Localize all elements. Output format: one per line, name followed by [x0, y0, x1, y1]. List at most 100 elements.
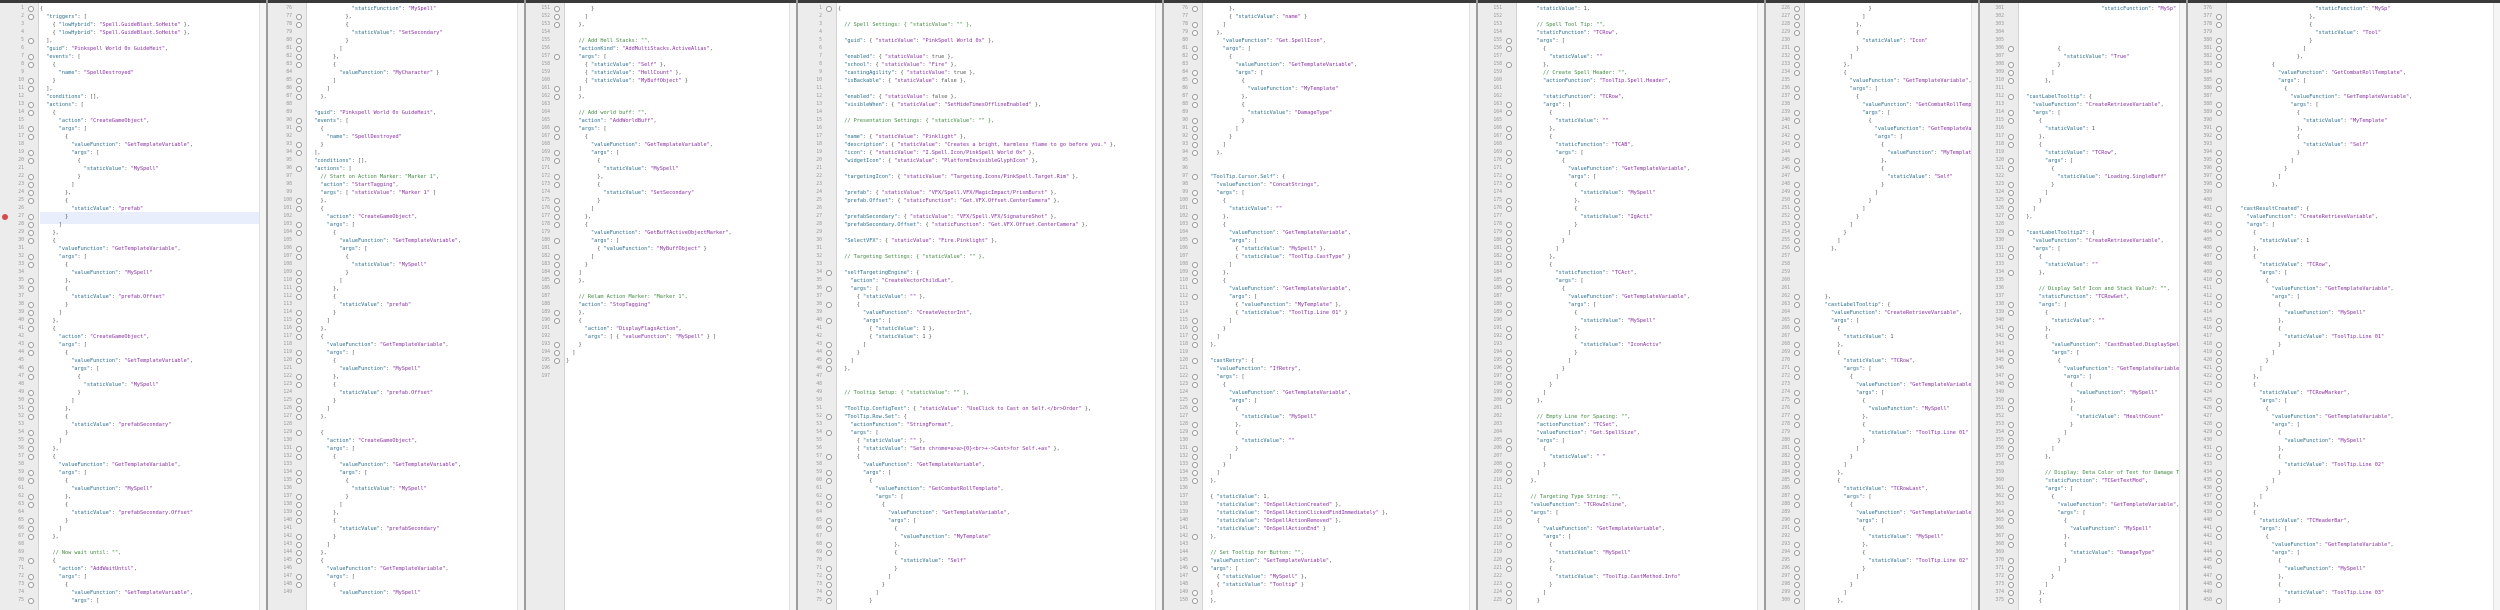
code-line[interactable]: "args": [ — [1204, 238, 1257, 244]
code-text-area[interactable]: { // Spell Settings: { "staticValue": ""… — [838, 3, 1162, 610]
code-line[interactable]: }, — [308, 374, 339, 380]
fold-toggle-icon[interactable] — [28, 390, 34, 396]
code-line[interactable]: "valueFunction": "MySpell" — [308, 366, 420, 372]
fold-toggle-icon[interactable] — [28, 222, 34, 228]
fold-toggle-icon[interactable] — [1192, 278, 1198, 284]
fold-toggle-icon[interactable] — [2216, 534, 2222, 540]
fold-toggle-icon[interactable] — [296, 382, 302, 388]
fold-toggle-icon[interactable] — [296, 126, 302, 132]
code-line[interactable]: "args": [ — [2020, 374, 2092, 380]
code-line[interactable]: } — [1518, 462, 1546, 468]
code-line[interactable]: "enabled": { "staticValue": true }, — [838, 54, 953, 60]
fold-toggle-icon[interactable] — [2008, 70, 2014, 76]
code-line[interactable]: ] — [1806, 222, 1853, 228]
fold-toggle-icon[interactable] — [296, 14, 302, 20]
code-line[interactable]: "staticValue": "" — [2020, 318, 2104, 324]
code-line[interactable]: { — [1518, 158, 1565, 164]
code-line[interactable]: "staticValue": "OnSpellActionCreated" }, — [1204, 502, 1342, 508]
fold-toggle-icon[interactable] — [1192, 94, 1198, 100]
fold-toggle-icon[interactable] — [2216, 478, 2222, 484]
code-line[interactable]: "valueFunction": "MyTemplate" — [1806, 150, 1978, 156]
fold-toggle-icon[interactable] — [1794, 182, 1800, 188]
code-line[interactable]: { — [566, 318, 581, 324]
fold-toggle-icon[interactable] — [2216, 550, 2222, 556]
code-line[interactable]: "staticFunction": "MySpell" — [308, 6, 436, 12]
fold-toggle-icon[interactable] — [826, 270, 832, 276]
code-line[interactable]: "args": [ — [838, 430, 879, 436]
vertical-scrollbar[interactable] — [259, 3, 266, 610]
code-line[interactable]: "staticValue": "prefab.Offset" — [40, 294, 165, 300]
fold-toggle-icon[interactable] — [1794, 214, 1800, 220]
code-line[interactable]: } — [566, 6, 594, 12]
fold-toggle-icon[interactable] — [1794, 94, 1800, 100]
code-line[interactable]: "args": [ — [566, 54, 607, 60]
code-line[interactable]: "args": [ — [2228, 78, 2306, 84]
code-line[interactable]: "args": [ { "valueFunction": "MySpell" }… — [566, 334, 716, 340]
code-line[interactable]: { — [1806, 70, 1846, 76]
code-line[interactable]: { "staticValue": 1, — [1204, 494, 1269, 500]
code-line[interactable]: ] — [1806, 238, 1840, 244]
code-line[interactable]: { — [1518, 310, 1577, 316]
fold-toggle-icon[interactable] — [1192, 190, 1198, 196]
code-line[interactable]: { — [308, 382, 336, 388]
code-line[interactable]: ] — [40, 182, 74, 188]
code-line[interactable]: "castLabelTooltip2": { — [2020, 230, 2095, 236]
code-line[interactable]: { — [40, 454, 55, 460]
code-line[interactable]: { — [2228, 510, 2256, 516]
code-line[interactable]: ] — [308, 502, 342, 508]
fold-toggle-icon[interactable] — [296, 118, 302, 124]
fold-toggle-icon[interactable] — [2216, 174, 2222, 180]
fold-toggle-icon[interactable] — [2008, 590, 2014, 596]
code-line[interactable]: "args": [ — [1806, 86, 1878, 92]
code-line[interactable]: "valueFunction": "GetCombatRollTemplate"… — [2228, 70, 2406, 76]
code-line[interactable]: { — [1806, 422, 1865, 428]
vertical-scrollbar[interactable] — [2493, 3, 2500, 610]
fold-toggle-icon[interactable] — [2216, 446, 2222, 452]
fold-toggle-icon[interactable] — [28, 438, 34, 444]
fold-toggle-icon[interactable] — [28, 318, 34, 324]
code-line[interactable]: }, — [566, 214, 591, 220]
fold-toggle-icon[interactable] — [296, 550, 302, 556]
fold-toggle-icon[interactable] — [1506, 102, 1512, 108]
code-line[interactable]: "args": [ — [308, 246, 367, 252]
code-line[interactable]: { — [40, 558, 55, 564]
code-line[interactable]: } — [2020, 182, 2054, 188]
code-line[interactable]: ] — [1204, 590, 1213, 596]
fold-toggle-icon[interactable] — [296, 534, 302, 540]
code-line[interactable]: ] — [1806, 206, 1865, 212]
fold-toggle-icon[interactable] — [1192, 534, 1198, 540]
code-line[interactable]: }, — [308, 198, 326, 204]
code-line[interactable]: { — [2228, 22, 2312, 28]
fold-toggle-icon[interactable] — [2008, 142, 2014, 148]
code-line[interactable]: // Display: Deta Color of Text for Damag… — [2020, 470, 2186, 476]
code-line[interactable]: "args": [ — [308, 574, 355, 580]
code-line[interactable]: }, — [1518, 198, 1580, 204]
code-line[interactable]: "staticValue": 1, — [1518, 6, 1590, 12]
code-line[interactable]: { — [1204, 78, 1244, 84]
fold-toggle-icon[interactable] — [1506, 158, 1512, 164]
code-line[interactable]: { — [2228, 278, 2268, 284]
code-line[interactable]: { — [1518, 334, 1577, 340]
code-line[interactable]: } — [40, 430, 68, 436]
code-line[interactable]: }, — [2020, 214, 2032, 220]
fold-toggle-icon[interactable] — [1192, 334, 1198, 340]
code-line[interactable]: { — [1806, 398, 1865, 404]
fold-toggle-icon[interactable] — [296, 150, 302, 156]
code-line[interactable]: "valueFunction": "MyTemplate" — [838, 534, 991, 540]
code-line[interactable]: "ToolTip.ConfigText": { "staticValue": "… — [838, 406, 1091, 412]
code-line[interactable]: "staticValue": "DamageType" — [2020, 550, 2154, 556]
code-line[interactable]: ] — [2020, 70, 2054, 76]
code-line[interactable]: "valueFunction": "GetTemplateVariable", — [1806, 382, 1978, 388]
code-line[interactable]: "valueFunction": "GetTemplateVariable", — [838, 462, 985, 468]
code-line[interactable]: "valueFunction": "GetTemplateVariable", — [1806, 78, 1972, 84]
fold-toggle-icon[interactable] — [1506, 566, 1512, 572]
vertical-scrollbar[interactable] — [789, 3, 796, 610]
code-line[interactable]: "SelectVFX": { "staticValue": "Fire.Pink… — [838, 238, 997, 244]
fold-toggle-icon[interactable] — [1794, 446, 1800, 452]
code-line[interactable]: "staticValue": "MySpell" — [1518, 190, 1655, 196]
code-line[interactable]: "staticValue": "TCRow", — [2228, 262, 2331, 268]
code-line[interactable]: "staticFunction": "TCRow", — [1518, 30, 1618, 36]
code-line[interactable]: { — [40, 286, 68, 292]
fold-toggle-icon[interactable] — [1506, 590, 1512, 596]
fold-toggle-icon[interactable] — [1506, 262, 1512, 268]
